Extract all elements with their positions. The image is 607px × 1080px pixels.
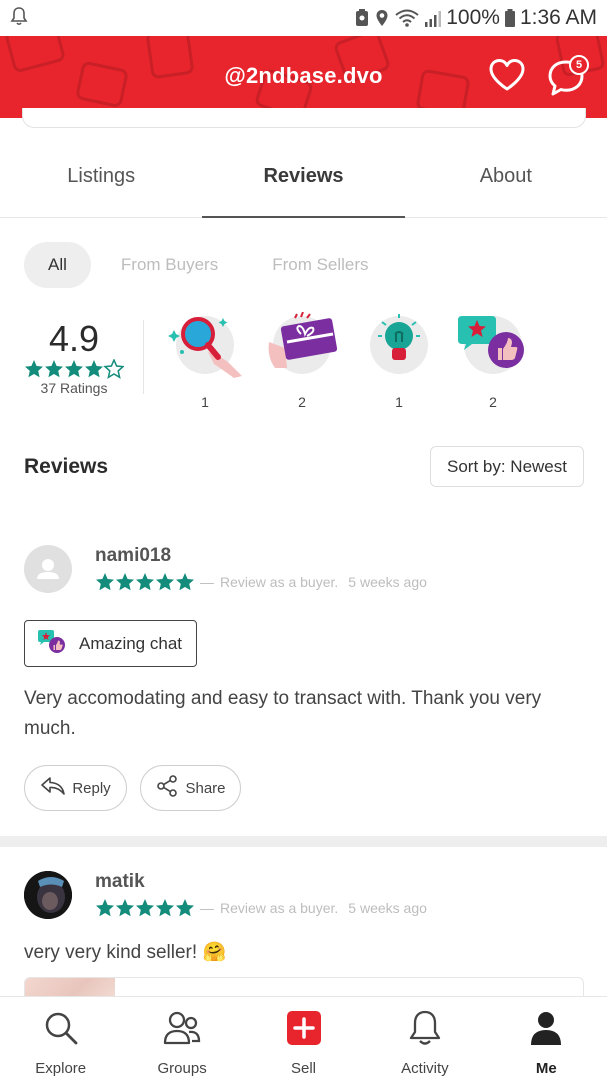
profile-icon xyxy=(528,1008,564,1048)
filter-from-buyers[interactable]: From Buyers xyxy=(97,242,242,288)
nav-sell[interactable]: Sell xyxy=(243,997,364,1080)
compliment-chip: Amazing chat xyxy=(24,620,197,667)
review-time: 5 weeks ago xyxy=(348,900,427,916)
profile-tabs: Listings Reviews About xyxy=(0,136,607,218)
filter-all[interactable]: All xyxy=(24,242,91,288)
review-time: 5 weeks ago xyxy=(348,574,427,590)
nav-label: Explore xyxy=(35,1060,87,1077)
badge-item-detailed[interactable]: 1 xyxy=(168,312,242,412)
badge-count: 1 xyxy=(395,394,403,410)
battery-percent: 100% xyxy=(446,6,500,29)
reviews-heading: Reviews xyxy=(24,455,109,478)
favorite-button[interactable] xyxy=(486,56,528,98)
location-icon xyxy=(374,8,390,28)
meta-dash: — xyxy=(200,574,214,590)
review-role: Review as a buyer. xyxy=(220,574,339,590)
groups-icon xyxy=(162,1008,202,1048)
filter-from-sellers[interactable]: From Sellers xyxy=(248,242,392,288)
tab-reviews[interactable]: Reviews xyxy=(202,136,405,218)
nav-label: Groups xyxy=(157,1060,207,1077)
review-meta: — Review as a buyer. 5 weeks ago xyxy=(200,574,427,590)
nav-me[interactable]: Me xyxy=(486,997,607,1080)
screen-record-icon xyxy=(354,8,370,28)
tab-listings[interactable]: Listings xyxy=(0,136,202,217)
clock: 1:36 AM xyxy=(519,6,597,29)
divider xyxy=(143,320,144,394)
share-label: Share xyxy=(185,779,226,797)
badge-item-chat[interactable]: 2 xyxy=(456,312,526,412)
bottom-navigation: Explore Groups Sell Activity Me xyxy=(0,996,607,1080)
signal-icon xyxy=(424,8,442,28)
notification-bell-icon xyxy=(10,6,28,31)
tab-about[interactable]: About xyxy=(405,136,607,217)
bell-icon xyxy=(407,1008,443,1048)
sort-dropdown[interactable]: Sort by: Newest xyxy=(430,446,584,487)
avatar[interactable] xyxy=(24,545,72,593)
share-button[interactable]: Share xyxy=(140,765,241,811)
reply-button[interactable]: Reply xyxy=(24,765,127,811)
rating-stars xyxy=(24,359,124,379)
review-stars xyxy=(95,572,195,592)
profile-card-edge xyxy=(22,108,586,128)
default-user-icon xyxy=(24,559,72,593)
badge-item-idea[interactable]: 1 xyxy=(362,312,432,412)
review-text: very very kind seller! 🤗 xyxy=(24,942,227,963)
avatar[interactable] xyxy=(24,871,72,919)
search-icon xyxy=(43,1008,79,1048)
status-bar: 100% 1:36 AM xyxy=(0,0,607,36)
share-icon xyxy=(155,774,179,802)
nav-explore[interactable]: Explore xyxy=(0,997,121,1080)
reviewer-name[interactable]: matik xyxy=(95,871,145,893)
rating-score: 4.9 xyxy=(48,318,100,359)
reviewer-name[interactable]: nami018 xyxy=(95,545,171,567)
nav-label: Me xyxy=(535,1060,557,1077)
review-text: Very accomodating and easy to transact w… xyxy=(24,688,542,739)
plus-icon xyxy=(286,1008,322,1048)
profile-header: @2ndbase.dvo 5 xyxy=(0,36,607,118)
badge-count: 2 xyxy=(489,394,497,410)
badge-count: 1 xyxy=(201,394,209,410)
ratings-count: 37 Ratings xyxy=(40,380,108,396)
nav-activity[interactable]: Activity xyxy=(364,997,485,1080)
badge-count: 2 xyxy=(298,394,306,410)
meta-dash: — xyxy=(200,900,214,916)
review-stars xyxy=(95,898,195,918)
heart-icon xyxy=(488,58,526,97)
reply-arrow-icon xyxy=(40,775,66,801)
chat-button[interactable]: 5 xyxy=(544,55,590,98)
user-photo xyxy=(24,871,72,919)
reply-label: Reply xyxy=(72,779,111,797)
chat-badge-count: 5 xyxy=(569,55,589,75)
review-meta: — Review as a buyer. 5 weeks ago xyxy=(200,900,427,916)
chat-thumbs-up-icon xyxy=(37,628,67,659)
wifi-icon xyxy=(394,8,420,28)
nav-groups[interactable]: Groups xyxy=(121,997,242,1080)
battery-icon xyxy=(504,8,516,28)
badge-item-gift[interactable]: 2 xyxy=(265,312,338,412)
chip-label: Amazing chat xyxy=(79,633,182,653)
review-separator xyxy=(0,836,607,847)
review-role: Review as a buyer. xyxy=(220,900,339,916)
nav-label: Activity xyxy=(401,1060,449,1077)
nav-label: Sell xyxy=(291,1060,317,1077)
review-filters: All From Buyers From Sellers xyxy=(24,242,393,288)
